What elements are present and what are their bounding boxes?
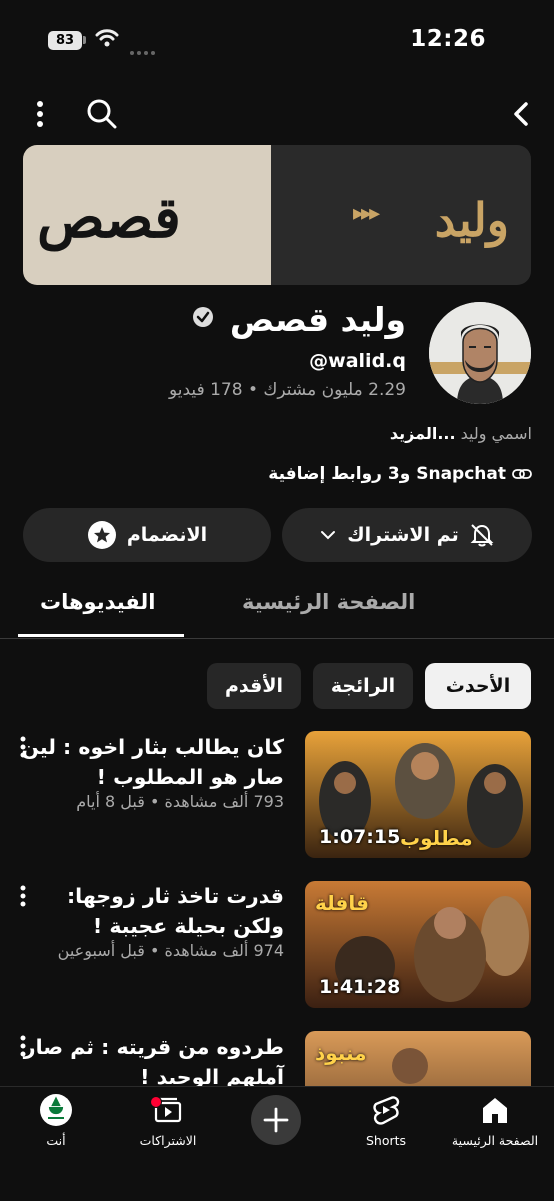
chevron-right-icon[interactable] bbox=[512, 98, 532, 130]
profile-avatar-icon bbox=[40, 1094, 72, 1126]
banner-text-left: قصص bbox=[37, 185, 181, 251]
tab-divider bbox=[0, 638, 554, 639]
channel-handle: @walid.q bbox=[309, 350, 406, 372]
channel-name: وليد قصص bbox=[229, 300, 406, 339]
nav-subscriptions-label: الاشتراكات bbox=[139, 1133, 197, 1148]
chip-oldest[interactable]: الأقدم bbox=[207, 663, 301, 709]
channel-banner: قصص وليد ▸▸▸ bbox=[23, 145, 531, 285]
banner-play-dots-icon: ▸▸▸ bbox=[353, 201, 380, 226]
avatar-illustration bbox=[429, 302, 531, 404]
banner-text-right: وليد bbox=[434, 193, 509, 247]
bottom-nav: الصفحة الرئيسية Shorts الاشتراكات أنت bbox=[0, 1086, 554, 1201]
thumbnail-title: قافلة bbox=[315, 891, 369, 915]
video-meta: 793 ألف مشاهدة • قبل 8 أيام bbox=[76, 792, 284, 811]
notification-dot bbox=[150, 1096, 162, 1108]
nav-home[interactable]: الصفحة الرئيسية bbox=[450, 1093, 540, 1148]
video-title[interactable]: طردوه من قريته : ثم صار آملهم الوحيد ! bbox=[14, 1032, 284, 1092]
banner-left-panel: قصص bbox=[23, 145, 271, 285]
channel-description[interactable]: اسمي وليد ...المزيد bbox=[390, 424, 532, 443]
star-badge-icon bbox=[87, 521, 116, 549]
subscribed-label: تم الاشتراك bbox=[347, 524, 459, 546]
video-thumbnail[interactable]: مطلوب 1:07:15 bbox=[305, 731, 531, 858]
create-button[interactable] bbox=[251, 1095, 301, 1145]
video-title[interactable]: كان يطالب بثار اخوه : لين صار هو المطلوب… bbox=[14, 732, 284, 792]
nav-home-label: الصفحة الرئيسية bbox=[451, 1133, 539, 1148]
chevron-down-icon bbox=[321, 531, 336, 540]
verified-icon bbox=[193, 307, 213, 327]
avatar[interactable] bbox=[429, 302, 531, 404]
chip-latest[interactable]: الأحدث bbox=[425, 663, 531, 709]
join-button[interactable]: الانضمام bbox=[23, 508, 271, 562]
thumbnail-title: منبوذ bbox=[315, 1041, 367, 1065]
signal-icon bbox=[130, 40, 158, 59]
link-icon bbox=[512, 469, 532, 479]
tab-videos[interactable]: الفيديوهات bbox=[40, 590, 156, 614]
home-icon bbox=[483, 1098, 507, 1123]
join-label: الانضمام bbox=[126, 524, 208, 546]
tab-active-indicator bbox=[18, 634, 184, 637]
banner-right-panel: وليد bbox=[271, 145, 531, 285]
video-thumbnail[interactable]: قافلة 1:41:28 bbox=[305, 881, 531, 1008]
nav-shorts-label: Shorts bbox=[365, 1133, 407, 1148]
channel-stats: 2.29 مليون مشترك • 178 فيديو bbox=[169, 380, 406, 400]
chip-popular[interactable]: الرائجة bbox=[313, 663, 413, 709]
bell-off-icon bbox=[470, 524, 494, 547]
links-text: Snapchat و3 روابط إضافية bbox=[268, 464, 506, 484]
more-vert-icon[interactable] bbox=[16, 884, 30, 910]
more-vert-icon[interactable] bbox=[16, 1034, 30, 1060]
subscribed-button[interactable]: تم الاشتراك bbox=[282, 508, 532, 562]
search-icon[interactable] bbox=[86, 98, 118, 130]
video-meta: 974 ألف مشاهدة • قبل أسبوعين bbox=[57, 941, 284, 960]
nav-you-label: أنت bbox=[46, 1133, 66, 1148]
video-title[interactable]: قدرت تاخذ ثار زوجها: ولكن بحيلة عجيبة ! bbox=[14, 881, 284, 941]
video-duration: 1:41:28 bbox=[319, 976, 401, 998]
nav-subscriptions[interactable]: الاشتراكات bbox=[128, 1093, 208, 1148]
more-vert-icon[interactable] bbox=[16, 735, 30, 761]
channel-links[interactable]: Snapchat و3 روابط إضافية bbox=[268, 464, 532, 484]
tab-home[interactable]: الصفحة الرئيسية bbox=[242, 590, 415, 614]
nav-shorts[interactable]: Shorts bbox=[350, 1093, 422, 1148]
more-vert-icon[interactable] bbox=[30, 98, 50, 130]
more-link[interactable]: ...المزيد bbox=[390, 424, 456, 443]
nav-you[interactable]: أنت bbox=[28, 1093, 84, 1148]
status-time: 12:26 bbox=[410, 26, 486, 52]
battery-cap bbox=[83, 36, 86, 44]
thumbnail-title: مطلوب bbox=[400, 826, 473, 850]
plus-icon bbox=[263, 1107, 289, 1133]
wifi-icon bbox=[95, 29, 119, 47]
shorts-icon bbox=[373, 1096, 400, 1125]
battery-icon: 83 bbox=[48, 31, 82, 50]
description-text: اسمي وليد bbox=[460, 424, 532, 443]
battery-level: 83 bbox=[55, 33, 75, 48]
video-duration: 1:07:15 bbox=[319, 826, 401, 848]
